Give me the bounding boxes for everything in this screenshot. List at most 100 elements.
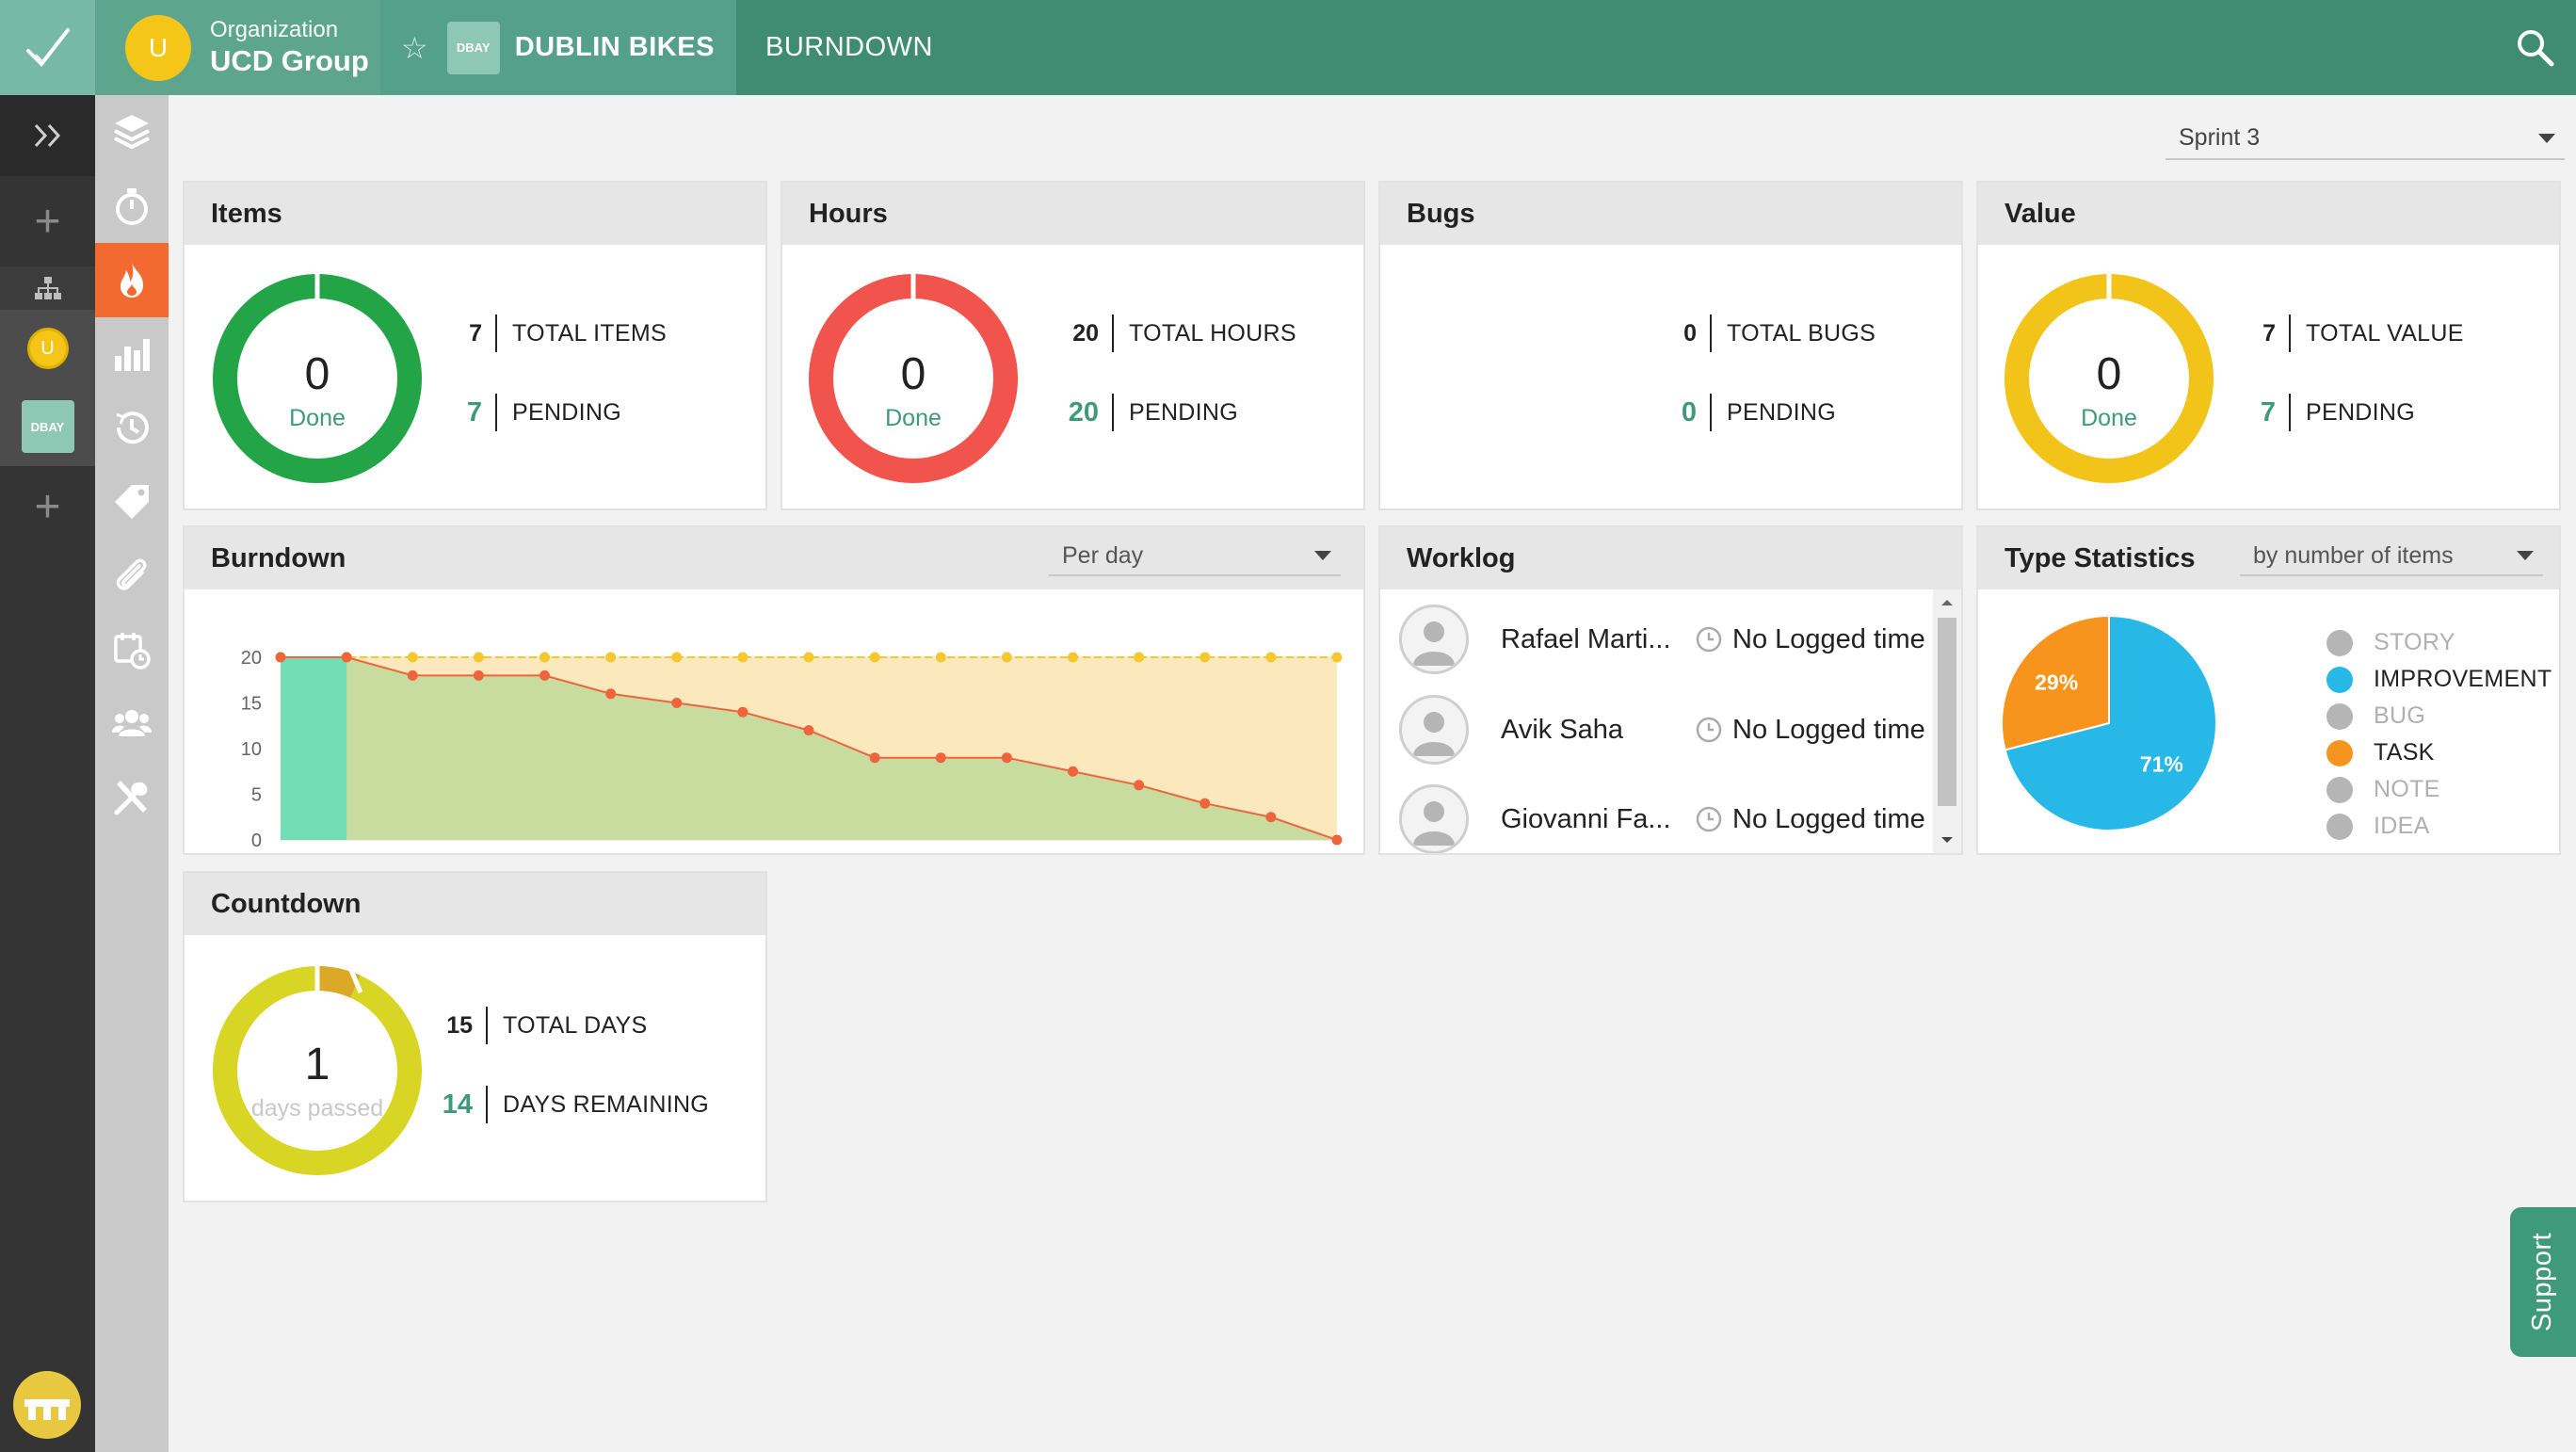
type-statistics-mode-select[interactable]: by number of items (2240, 535, 2543, 576)
bugs-card-title: Bugs (1380, 183, 1961, 245)
countdown-total-label: TOTAL DAYS (503, 1011, 648, 1039)
nav-timer[interactable] (95, 169, 169, 244)
actual-point[interactable] (1265, 812, 1277, 823)
nav-tags[interactable] (95, 465, 169, 540)
nav-team[interactable] (95, 686, 169, 761)
current-day-band (281, 657, 347, 840)
ideal-point[interactable] (1134, 652, 1145, 663)
legend-dot (2326, 629, 2353, 656)
legend-item-bug[interactable]: BUG (2326, 702, 2425, 730)
actual-point[interactable] (935, 752, 946, 764)
user-avatar[interactable] (13, 1371, 81, 1439)
expand-sidebar-icon[interactable] (0, 95, 95, 176)
clock-icon (1696, 626, 1722, 653)
org-hierarchy-icon[interactable] (0, 266, 95, 310)
legend-item-note[interactable]: NOTE (2326, 776, 2440, 803)
ideal-point[interactable] (869, 652, 880, 663)
user-placeholder-icon (1413, 712, 1455, 756)
project-switcher[interactable]: ☆ DBAY DUBLIN BIKES (380, 0, 736, 95)
ideal-point[interactable] (737, 652, 749, 663)
ideal-point[interactable] (935, 652, 946, 663)
legend-item-story[interactable]: STORY (2326, 629, 2455, 656)
ideal-point[interactable] (1001, 652, 1012, 663)
paperclip-icon (116, 558, 147, 590)
worklog-scrollbar[interactable] (1933, 589, 1961, 853)
actual-point[interactable] (737, 706, 749, 718)
items-pending-value: 7 (466, 396, 482, 428)
sprint-select[interactable]: Sprint 3 (2165, 115, 2565, 160)
y-tick-label: 0 (251, 831, 262, 851)
nav-calendar[interactable] (95, 613, 169, 687)
ideal-point[interactable] (605, 652, 617, 663)
actual-point[interactable] (1199, 798, 1211, 809)
worklog-entry[interactable]: Giovanni Fa... No Logged time (1399, 784, 1926, 853)
value-total-value: 7 (2262, 319, 2276, 347)
legend-label: BUG (2374, 702, 2426, 729)
legend-item-improvement[interactable]: IMPROVEMENT (2326, 666, 2552, 693)
sprint-select-value: Sprint 3 (2179, 124, 2261, 151)
nav-backlog[interactable] (95, 95, 169, 169)
org-avatar: U (125, 14, 191, 81)
bugs-card: Bugs 0 TOTAL BUGS 0 PENDING (1378, 181, 1963, 510)
checkmark-logo-icon (25, 27, 70, 67)
legend-dot (2326, 702, 2353, 730)
ideal-point[interactable] (1265, 652, 1277, 663)
org-item[interactable]: U (0, 310, 95, 387)
actual-point[interactable] (1068, 766, 1078, 777)
ideal-point[interactable] (1199, 652, 1211, 663)
actual-point[interactable] (473, 670, 484, 681)
actual-point[interactable] (671, 698, 683, 708)
ideal-point[interactable] (671, 652, 683, 663)
project-item[interactable]: DBAY (0, 387, 95, 466)
chevron-down-icon (2517, 551, 2534, 560)
plus-icon: + (34, 196, 61, 247)
app-logo[interactable] (0, 0, 95, 95)
actual-point[interactable] (407, 670, 418, 681)
nav-attachments[interactable] (95, 539, 169, 613)
worklog-entry[interactable]: Rafael Marti... No Logged time (1399, 605, 1926, 674)
ideal-point[interactable] (1068, 652, 1078, 663)
search-icon[interactable] (2514, 26, 2555, 68)
organization-switcher[interactable]: U Organization UCD Group (95, 0, 380, 95)
hours-card-title: Hours (782, 183, 1363, 245)
type-statistics-card: Type Statistics by number of items 71% 29… (1976, 525, 2561, 855)
actual-point[interactable] (869, 752, 880, 764)
nav-settings[interactable] (95, 761, 169, 835)
actual-point[interactable] (1331, 834, 1343, 846)
scroll-down-icon[interactable] (1933, 829, 1961, 851)
legend-dot (2326, 739, 2353, 766)
add-organization-button[interactable]: + (0, 176, 95, 266)
nav-burndown[interactable] (95, 243, 169, 317)
scrollbar-thumb[interactable] (1938, 618, 1956, 806)
countdown-days-passed-value: 1 (304, 1040, 330, 1089)
add-project-button[interactable]: + (0, 466, 95, 547)
actual-point[interactable] (275, 652, 286, 663)
value-pending-label: PENDING (2306, 398, 2416, 426)
star-icon[interactable]: ☆ (401, 30, 428, 66)
items-pending-label: PENDING (512, 398, 622, 426)
actual-point[interactable] (341, 652, 352, 663)
support-button[interactable]: Support (2510, 1207, 2576, 1357)
actual-point[interactable] (1001, 752, 1012, 764)
nav-history[interactable] (95, 391, 169, 465)
plus-icon: + (34, 481, 61, 532)
avatar (1399, 784, 1469, 853)
legend-item-task[interactable]: TASK (2326, 739, 2435, 766)
type-statistics-title: Type Statistics (2004, 542, 2196, 573)
layers-icon (114, 115, 150, 150)
value-card: Value 0 Done 7 TOTAL VALUE 7 PENDING (1976, 181, 2561, 510)
ideal-point[interactable] (1331, 652, 1343, 663)
actual-point[interactable] (1134, 780, 1145, 791)
legend-item-idea[interactable]: IDEA (2326, 813, 2430, 840)
actual-point[interactable] (803, 725, 814, 736)
nav-reports[interactable] (95, 317, 169, 392)
actual-point[interactable] (605, 688, 617, 700)
ideal-point[interactable] (407, 652, 418, 663)
scroll-up-icon[interactable] (1933, 591, 1961, 614)
worklog-entry[interactable]: Avik Saha No Logged time (1399, 695, 1926, 765)
ideal-point[interactable] (803, 652, 814, 663)
actual-point[interactable] (539, 670, 550, 681)
burndown-period-select[interactable]: Per day (1049, 535, 1341, 576)
ideal-point[interactable] (539, 652, 550, 663)
ideal-point[interactable] (473, 652, 484, 663)
